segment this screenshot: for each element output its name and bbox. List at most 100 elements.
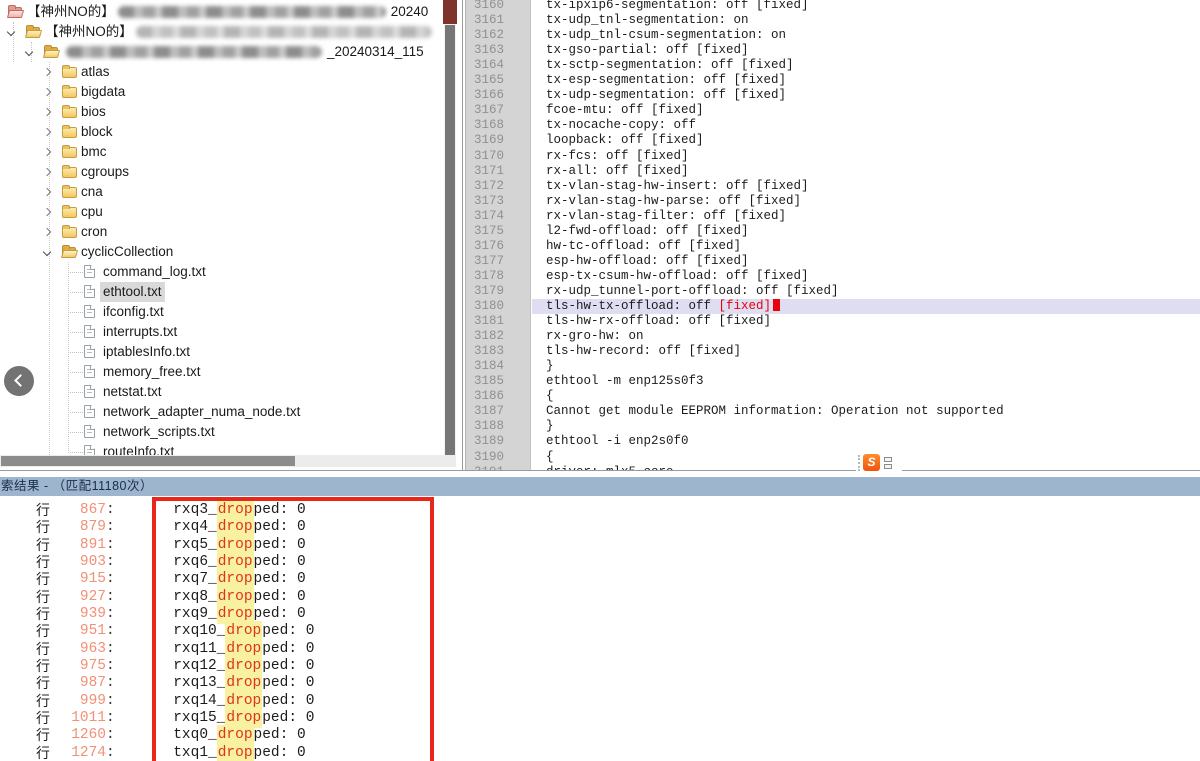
sogou-ime-icon[interactable]: S	[863, 454, 880, 471]
open-folder-icon	[44, 46, 59, 58]
annotation-red-box	[152, 497, 434, 761]
log-line-3171: rx-all: off [fixed]	[532, 164, 1200, 179]
tree-vertical-scrollbar[interactable]	[444, 0, 456, 455]
search-results-header: 索结果 - （匹配11180次）	[0, 477, 1200, 496]
text-file-icon	[84, 325, 95, 338]
tree-label[interactable]: network_adapter_numa_node.txt	[103, 402, 300, 422]
log-line-3173: rx-vlan-stag-hw-parse: off [fixed]	[532, 194, 1200, 209]
line-label: 行	[36, 502, 54, 519]
result-line-number: 891	[54, 537, 106, 554]
tree-connector-line	[70, 372, 83, 373]
result-line-number: 1011	[54, 710, 106, 727]
log-line-3169: loopback: off [fixed]	[532, 133, 1200, 148]
line-number: 3175	[474, 224, 504, 239]
result-line-number: 867	[54, 502, 106, 519]
text-file-icon	[84, 405, 95, 418]
tree-label[interactable]: 【神州NO的】20240	[27, 2, 428, 22]
ime-toolbar[interactable]: S	[856, 451, 902, 474]
result-colon: :	[106, 727, 115, 744]
line-label: 行	[36, 589, 54, 606]
fixed-flag-red: [fixed]	[719, 299, 772, 313]
line-number: 3186	[474, 389, 504, 404]
ime-mode-icon[interactable]	[884, 457, 892, 469]
result-line-number: 939	[54, 606, 106, 623]
line-label: 行	[36, 554, 54, 571]
text-file-icon	[84, 385, 95, 398]
tree-label[interactable]: cpu	[81, 202, 103, 222]
tree-label[interactable]: bmc	[81, 142, 107, 162]
tree-label[interactable]: ifconfig.txt	[103, 302, 164, 322]
tree-label[interactable]: atlas	[81, 62, 110, 82]
line-number: 3172	[474, 179, 504, 194]
tree-label[interactable]: cron	[81, 222, 107, 242]
tree-label[interactable]: 【神州NO的】	[45, 22, 437, 42]
text-file-icon	[84, 425, 95, 438]
tree-label[interactable]: cyclicCollection	[81, 242, 173, 262]
tree-label[interactable]: cna	[81, 182, 103, 202]
line-number: 3164	[474, 58, 504, 73]
line-number: 3165	[474, 73, 504, 88]
open-folder-icon	[62, 246, 77, 258]
log-line-3181: tls-hw-rx-offload: off [fixed]	[532, 314, 1200, 329]
tree-label[interactable]: netstat.txt	[103, 382, 162, 402]
result-line-number: 927	[54, 589, 106, 606]
line-number: 3173	[474, 194, 504, 209]
tree-label[interactable]: _20240314_115	[63, 42, 424, 62]
log-line-3184: }	[532, 359, 1200, 374]
line-number: 3185	[474, 374, 504, 389]
tree-connector-line	[70, 352, 83, 353]
tree-guide-line	[68, 262, 69, 453]
result-colon: :	[106, 641, 115, 658]
result-colon: :	[106, 571, 115, 588]
ime-drag-handle[interactable]	[858, 455, 860, 471]
line-number: 3189	[474, 434, 504, 449]
folder-icon	[62, 207, 77, 218]
result-line-number: 903	[54, 554, 106, 571]
tree-connector-line	[70, 292, 83, 293]
result-colon: :	[106, 502, 115, 519]
log-line-3175: l2-fwd-offload: off [fixed]	[532, 224, 1200, 239]
tree-label[interactable]: command_log.txt	[103, 262, 206, 282]
line-number: 3161	[474, 13, 504, 28]
tree-guide-line	[13, 22, 14, 62]
tree-label[interactable]: cgroups	[81, 162, 129, 182]
line-label: 行	[36, 641, 54, 658]
log-line-3168: tx-nocache-copy: off	[532, 118, 1200, 133]
tree-label[interactable]: block	[81, 122, 113, 142]
log-viewer-panel[interactable]: 3160316131623163316431653166316731683169…	[462, 0, 1200, 470]
tree-label[interactable]: network_scripts.txt	[103, 422, 215, 442]
collapse-panel-button[interactable]	[4, 366, 34, 396]
result-line-number: 999	[54, 693, 106, 710]
tree-label[interactable]: memory_free.txt	[103, 362, 201, 382]
tree-label[interactable]: interrupts.txt	[103, 322, 177, 342]
log-line-3178: esp-tx-csum-hw-offload: off [fixed]	[532, 269, 1200, 284]
log-line-3166: tx-udp-segmentation: off [fixed]	[532, 88, 1200, 103]
text-file-icon	[84, 285, 95, 298]
redacted-text-block	[66, 46, 322, 58]
result-line-number: 975	[54, 658, 106, 675]
search-results-title: 索结果 - （匹配11180次）	[1, 479, 153, 493]
result-line-number: 1260	[54, 727, 106, 744]
line-label: 行	[36, 519, 54, 536]
log-line-3180: tls-hw-tx-offload: off [fixed]	[532, 299, 1200, 314]
panel-divider[interactable]	[0, 470, 1200, 471]
redacted-text-block	[136, 26, 432, 38]
tree-vertical-scrollbar-thumb[interactable]	[445, 25, 455, 455]
folder-icon	[62, 87, 77, 98]
line-label: 行	[36, 606, 54, 623]
line-label: 行	[36, 571, 54, 588]
line-number: 3169	[474, 133, 504, 148]
tree-label-selected[interactable]: ethtool.txt	[100, 282, 165, 302]
tree-label[interactable]: bios	[81, 102, 106, 122]
result-colon: :	[106, 693, 115, 710]
result-line-number: 915	[54, 571, 106, 588]
tree-horizontal-scrollbar-thumb[interactable]	[1, 456, 295, 466]
result-colon: :	[106, 745, 115, 761]
tree-label[interactable]: iptablesInfo.txt	[103, 342, 190, 362]
line-number: 3168	[474, 118, 504, 133]
tree-label[interactable]: bigdata	[81, 82, 125, 102]
log-line-3162: tx-udp_tnl-csum-segmentation: on	[532, 28, 1200, 43]
tree-horizontal-scrollbar[interactable]	[0, 455, 456, 467]
result-line-number: 987	[54, 675, 106, 692]
line-number: 3182	[474, 329, 504, 344]
